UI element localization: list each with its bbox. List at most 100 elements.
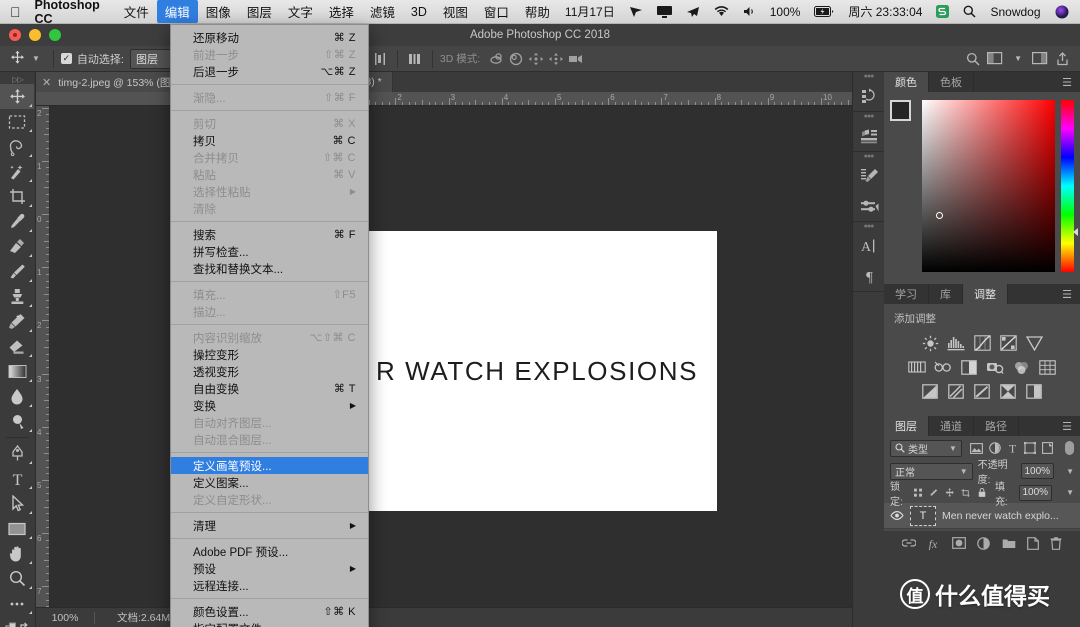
- menu-item-自动对齐图层[interactable]: 自动对齐图层...: [171, 414, 368, 431]
- fill-value[interactable]: 100%: [1018, 484, 1053, 501]
- layer-name[interactable]: Men never watch explo...: [942, 510, 1074, 522]
- menu-type[interactable]: 文字: [280, 0, 321, 23]
- tab-paths[interactable]: 路径: [974, 416, 1019, 436]
- menu-item-清除[interactable]: 清除: [171, 200, 368, 217]
- edit-toolbar-tool[interactable]: [0, 591, 34, 616]
- menu-item-预设[interactable]: 预设 ▶: [171, 560, 368, 577]
- eyedropper-tool[interactable]: [0, 209, 34, 234]
- clone-stamp-tool[interactable]: [0, 284, 34, 309]
- history-brush-tool[interactable]: [0, 309, 34, 334]
- rail-grip[interactable]: ●●●: [853, 152, 884, 161]
- tab-learn[interactable]: 学习: [884, 284, 929, 304]
- menu-item-透视变形[interactable]: 透视变形: [171, 363, 368, 380]
- adjustment-layer-icon[interactable]: [977, 536, 991, 550]
- invert-icon[interactable]: [921, 382, 939, 400]
- menu-item-拷贝[interactable]: 拷贝 ⌘ C: [171, 132, 368, 149]
- opacity-chevron-icon[interactable]: ▼: [1066, 467, 1074, 476]
- default-colors-and-swap[interactable]: [0, 616, 34, 627]
- tab-color[interactable]: 颜色: [884, 72, 929, 92]
- share-icon[interactable]: [1052, 50, 1072, 68]
- hue-saturation-icon[interactable]: [908, 358, 926, 376]
- menu-item-自由变换[interactable]: 自由变换 ⌘ T: [171, 380, 368, 397]
- layer-style-icon[interactable]: fx: [927, 537, 941, 550]
- menu-item-清理[interactable]: 清理 ▶: [171, 517, 368, 534]
- color-balance-icon[interactable]: [934, 358, 952, 376]
- threshold-icon[interactable]: [973, 382, 991, 400]
- posterize-icon[interactable]: [947, 382, 965, 400]
- menu-item-后退一步[interactable]: 后退一步 ⌥⌘ Z: [171, 63, 368, 80]
- arrange-documents-icon[interactable]: [985, 50, 1005, 68]
- character-panel-icon[interactable]: A: [853, 231, 885, 261]
- zoom-level[interactable]: 100%: [36, 612, 94, 624]
- layer-visibility-toggle[interactable]: [890, 511, 904, 520]
- menu-help[interactable]: 帮助: [517, 0, 558, 23]
- layer-filter-type-dropdown[interactable]: 类型 ▼: [890, 439, 962, 457]
- distribute-spacing-icon[interactable]: [405, 50, 425, 68]
- tab-swatches[interactable]: 色板: [929, 72, 974, 92]
- menu-item-定义画笔预设[interactable]: 定义画笔预设...: [171, 457, 368, 474]
- gradient-map-icon[interactable]: [999, 382, 1017, 400]
- menu-item-操控变形[interactable]: 操控变形: [171, 346, 368, 363]
- brightness-contrast-icon[interactable]: [921, 334, 939, 352]
- menu-select[interactable]: 选择: [321, 0, 362, 23]
- menu-item-定义图案[interactable]: 定义图案...: [171, 474, 368, 491]
- tool-preset-chevron-icon[interactable]: ▼: [32, 54, 40, 63]
- menu-item-变换[interactable]: 变换 ▶: [171, 397, 368, 414]
- hue-slider[interactable]: [1061, 100, 1078, 272]
- menu-view[interactable]: 视图: [435, 0, 476, 23]
- color-panel-body[interactable]: [884, 92, 1080, 284]
- camera-3d-icon[interactable]: [566, 50, 586, 68]
- menu-item-AdobePDF预设[interactable]: Adobe PDF 预设...: [171, 543, 368, 560]
- distribute-right-icon[interactable]: [370, 50, 390, 68]
- search-icon[interactable]: [963, 50, 983, 68]
- lasso-tool[interactable]: [0, 134, 34, 159]
- photo-filter-icon[interactable]: [986, 358, 1004, 376]
- roll-3d-icon[interactable]: [506, 50, 526, 68]
- path-selection-tool[interactable]: [0, 491, 34, 516]
- tab-libraries[interactable]: 库: [929, 284, 963, 304]
- opacity-value[interactable]: 100%: [1020, 463, 1055, 479]
- airplay-icon[interactable]: [622, 6, 650, 18]
- link-layers-icon[interactable]: [901, 538, 916, 548]
- menu-item-选择性粘贴[interactable]: 选择性粘贴 ▶: [171, 183, 368, 200]
- brush-tool[interactable]: [0, 259, 34, 284]
- document-tab[interactable]: ✕ timg-2.jpeg @ 153% (图层: [36, 72, 192, 92]
- menubar-username[interactable]: Snowdog: [983, 5, 1047, 19]
- menu-filter[interactable]: 滤镜: [362, 0, 403, 23]
- spotlight-search-icon[interactable]: [956, 5, 983, 18]
- tab-channels[interactable]: 通道: [929, 416, 974, 436]
- layer-thumbnail[interactable]: T: [910, 505, 936, 526]
- menu-item-拼写检查[interactable]: 拼写检查...: [171, 243, 368, 260]
- menu-item-定义自定形状[interactable]: 定义自定形状...: [171, 491, 368, 508]
- rail-grip[interactable]: ●●●: [853, 112, 884, 121]
- workspace-switcher-icon[interactable]: [1030, 50, 1050, 68]
- active-app-name[interactable]: Photoshop CC: [35, 0, 100, 26]
- menu-3d[interactable]: 3D: [403, 3, 435, 21]
- telegram-icon[interactable]: [679, 6, 707, 18]
- delete-layer-icon[interactable]: [1050, 536, 1062, 550]
- display-icon[interactable]: [650, 5, 679, 18]
- panel-menu-icon[interactable]: ☰: [1054, 416, 1080, 436]
- brush-presets-icon[interactable]: [853, 191, 885, 221]
- siri-icon[interactable]: [1048, 5, 1076, 19]
- hand-tool[interactable]: [0, 541, 34, 566]
- layer-mask-icon[interactable]: [952, 537, 967, 549]
- horizontal-type-tool[interactable]: T: [0, 466, 34, 491]
- minimize-button[interactable]: [29, 29, 41, 41]
- menu-item-粘贴[interactable]: 粘贴 ⌘ V: [171, 166, 368, 183]
- eraser-tool[interactable]: [0, 334, 34, 359]
- curves-icon[interactable]: [973, 334, 991, 352]
- menubar-clock[interactable]: 周六 23:33:04: [841, 3, 929, 20]
- color-picker-marker[interactable]: [936, 212, 943, 219]
- table-row[interactable]: T Men never watch explo...: [884, 503, 1080, 529]
- menu-image[interactable]: 图像: [198, 0, 239, 23]
- menu-item-剪切[interactable]: 剪切 ⌘ X: [171, 115, 368, 132]
- color-panel-swatches[interactable]: [890, 100, 922, 140]
- arrange-chevron-icon[interactable]: ▼: [1014, 54, 1022, 63]
- rail-grip[interactable]: ●●●: [853, 72, 884, 81]
- fill-chevron-icon[interactable]: ▼: [1066, 488, 1074, 497]
- orbit-3d-icon[interactable]: [486, 50, 506, 68]
- channel-mixer-icon[interactable]: [1012, 358, 1030, 376]
- menu-item-搜索[interactable]: 搜索 ⌘ F: [171, 226, 368, 243]
- filter-enable-toggle[interactable]: [1065, 441, 1074, 455]
